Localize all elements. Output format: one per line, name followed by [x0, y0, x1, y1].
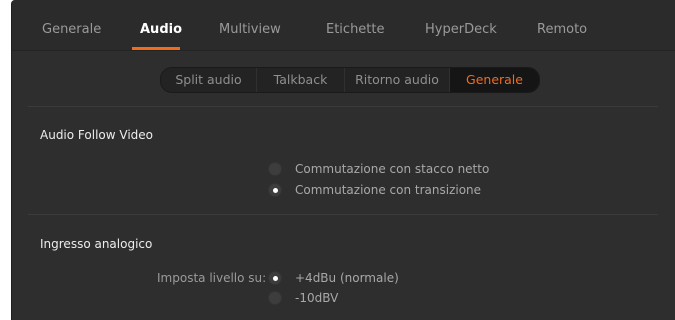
- section-divider: [28, 214, 658, 215]
- audio-follow-video-title: Audio Follow Video: [40, 128, 153, 142]
- subtab-ritorno-audio[interactable]: Ritorno audio: [345, 68, 450, 92]
- radio-unchecked-icon[interactable]: [268, 162, 282, 176]
- radio-unchecked-icon[interactable]: [268, 291, 282, 305]
- settings-window: Generale Audio Multiview Etichette Hyper…: [11, 0, 675, 320]
- radio-checked-icon[interactable]: [268, 183, 282, 197]
- afv-option-transition[interactable]: Commutazione con transizione: [268, 182, 481, 198]
- active-tab-indicator: [132, 47, 180, 50]
- subtab-generale[interactable]: Generale: [450, 68, 539, 92]
- tab-hyperdeck[interactable]: HyperDeck: [425, 22, 497, 37]
- afv-option-cut[interactable]: Commutazione con stacco netto: [268, 161, 489, 177]
- tab-multiview[interactable]: Multiview: [219, 22, 281, 37]
- level-option-minus10dbv[interactable]: -10dBV: [268, 290, 338, 306]
- analog-input-title: Ingresso analogico: [40, 237, 153, 251]
- section-divider: [28, 106, 658, 107]
- radio-checked-icon[interactable]: [268, 271, 282, 285]
- subtab-talkback[interactable]: Talkback: [257, 68, 345, 92]
- tab-audio[interactable]: Audio: [140, 22, 182, 37]
- subtab-split-audio[interactable]: Split audio: [161, 68, 257, 92]
- tab-remoto[interactable]: Remoto: [537, 22, 587, 37]
- tab-etichette[interactable]: Etichette: [326, 22, 385, 37]
- top-tab-bar: Generale Audio Multiview Etichette Hyper…: [12, 0, 675, 51]
- audio-subtab-selector: Split audio Talkback Ritorno audio Gener…: [160, 67, 540, 93]
- tab-generale[interactable]: Generale: [42, 22, 101, 37]
- level-option-plus4dbu[interactable]: +4dBu (normale): [268, 270, 399, 286]
- level-field-label: Imposta livello su:: [157, 271, 267, 285]
